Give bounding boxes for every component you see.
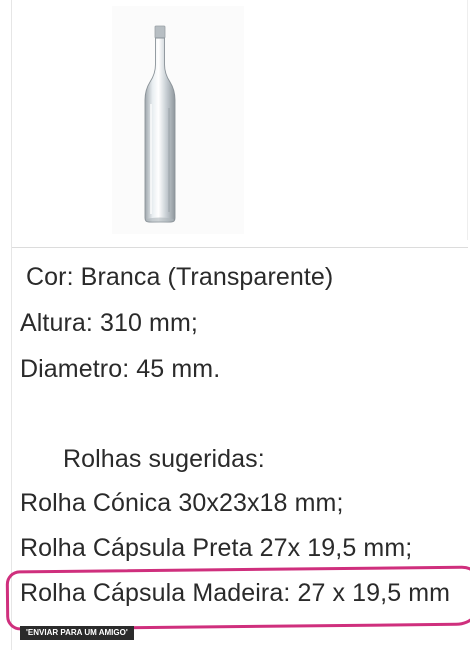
suggested-corks-heading: Rolhas sugeridas: xyxy=(63,445,265,473)
content-divider xyxy=(12,247,468,248)
cork-item: Rolha Cónica 30x23x18 mm; xyxy=(20,489,344,517)
diameter-text: Diametro: 45 mm. xyxy=(20,355,221,383)
cork-item: Rolha Cápsula Preta 27x 19,5 mm; xyxy=(20,534,413,562)
color-text: Cor: Branca (Transparente) xyxy=(26,263,334,291)
content-right-border xyxy=(467,0,468,240)
content-left-border xyxy=(11,0,12,650)
height-text: Altura: 310 mm; xyxy=(20,309,198,337)
glass-bottle-image xyxy=(144,25,176,223)
product-page: Cor: Branca (Transparente) Altura: 310 m… xyxy=(0,0,470,650)
send-to-friend-button[interactable]: 'ENVIAR PARA UM AMIGO' xyxy=(20,626,134,640)
cork-item-highlighted: Rolha Cápsula Madeira: 27 x 19,5 mm xyxy=(20,579,451,607)
